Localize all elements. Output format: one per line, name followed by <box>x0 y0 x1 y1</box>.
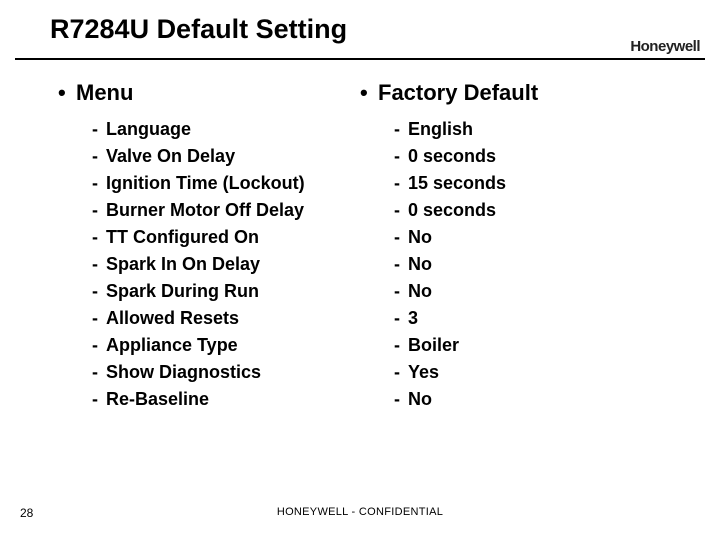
bullet-icon: • <box>360 80 378 106</box>
list-item: -Burner Motor Off Delay <box>92 197 358 224</box>
menu-heading: •Menu <box>58 80 358 106</box>
dash-icon: - <box>394 224 408 251</box>
dash-icon: - <box>394 386 408 413</box>
brand-logo: Honeywell <box>630 38 700 55</box>
item-label: No <box>408 254 432 274</box>
default-column: •Factory Default -English -0 seconds -15… <box>360 80 680 413</box>
item-label: 3 <box>408 308 418 328</box>
item-label: No <box>408 389 432 409</box>
dash-icon: - <box>92 197 106 224</box>
dash-icon: - <box>394 116 408 143</box>
divider <box>15 58 705 60</box>
list-item: -Ignition Time (Lockout) <box>92 170 358 197</box>
dash-icon: - <box>92 170 106 197</box>
dash-icon: - <box>394 359 408 386</box>
item-label: Spark In On Delay <box>106 254 260 274</box>
item-label: TT Configured On <box>106 227 259 247</box>
list-item: -Boiler <box>394 332 680 359</box>
dash-icon: - <box>394 197 408 224</box>
item-label: Boiler <box>408 335 459 355</box>
dash-icon: - <box>92 224 106 251</box>
slide: R7284U Default Setting Honeywell •Menu -… <box>0 0 720 540</box>
item-label: Re-Baseline <box>106 389 209 409</box>
list-item: -No <box>394 278 680 305</box>
default-heading: •Factory Default <box>360 80 680 106</box>
list-item: -Spark During Run <box>92 278 358 305</box>
list-item: -Allowed Resets <box>92 305 358 332</box>
list-item: -No <box>394 251 680 278</box>
item-label: Language <box>106 119 191 139</box>
dash-icon: - <box>92 143 106 170</box>
footer-label: HONEYWELL - CONFIDENTIAL <box>0 506 720 518</box>
item-label: Valve On Delay <box>106 146 235 166</box>
dash-icon: - <box>394 305 408 332</box>
list-item: -Show Diagnostics <box>92 359 358 386</box>
list-item: -No <box>394 386 680 413</box>
menu-heading-text: Menu <box>76 80 133 105</box>
list-item: -Yes <box>394 359 680 386</box>
list-item: -Valve On Delay <box>92 143 358 170</box>
dash-icon: - <box>92 116 106 143</box>
list-item: -0 seconds <box>394 197 680 224</box>
dash-icon: - <box>92 278 106 305</box>
dash-icon: - <box>92 359 106 386</box>
list-item: -English <box>394 116 680 143</box>
dash-icon: - <box>92 332 106 359</box>
dash-icon: - <box>394 170 408 197</box>
item-label: English <box>408 119 473 139</box>
list-item: -Appliance Type <box>92 332 358 359</box>
list-item: -3 <box>394 305 680 332</box>
item-label: No <box>408 281 432 301</box>
item-label: Burner Motor Off Delay <box>106 200 304 220</box>
page-title: R7284U Default Setting <box>50 14 347 45</box>
item-label: Show Diagnostics <box>106 362 261 382</box>
list-item: -TT Configured On <box>92 224 358 251</box>
dash-icon: - <box>394 143 408 170</box>
page-number: 28 <box>20 506 33 520</box>
default-items: -English -0 seconds -15 seconds -0 secon… <box>394 116 680 413</box>
dash-icon: - <box>394 251 408 278</box>
list-item: -Re-Baseline <box>92 386 358 413</box>
dash-icon: - <box>92 305 106 332</box>
item-label: 15 seconds <box>408 173 506 193</box>
menu-column: •Menu -Language -Valve On Delay -Ignitio… <box>58 80 358 413</box>
item-label: 0 seconds <box>408 146 496 166</box>
dash-icon: - <box>394 332 408 359</box>
item-label: Ignition Time (Lockout) <box>106 173 305 193</box>
list-item: -No <box>394 224 680 251</box>
dash-icon: - <box>394 278 408 305</box>
item-label: Allowed Resets <box>106 308 239 328</box>
list-item: -15 seconds <box>394 170 680 197</box>
dash-icon: - <box>92 386 106 413</box>
default-heading-text: Factory Default <box>378 80 538 105</box>
bullet-icon: • <box>58 80 76 106</box>
item-label: No <box>408 227 432 247</box>
list-item: -Language <box>92 116 358 143</box>
list-item: -Spark In On Delay <box>92 251 358 278</box>
item-label: Yes <box>408 362 439 382</box>
item-label: Appliance Type <box>106 335 238 355</box>
menu-items: -Language -Valve On Delay -Ignition Time… <box>92 116 358 413</box>
item-label: 0 seconds <box>408 200 496 220</box>
list-item: -0 seconds <box>394 143 680 170</box>
dash-icon: - <box>92 251 106 278</box>
item-label: Spark During Run <box>106 281 259 301</box>
